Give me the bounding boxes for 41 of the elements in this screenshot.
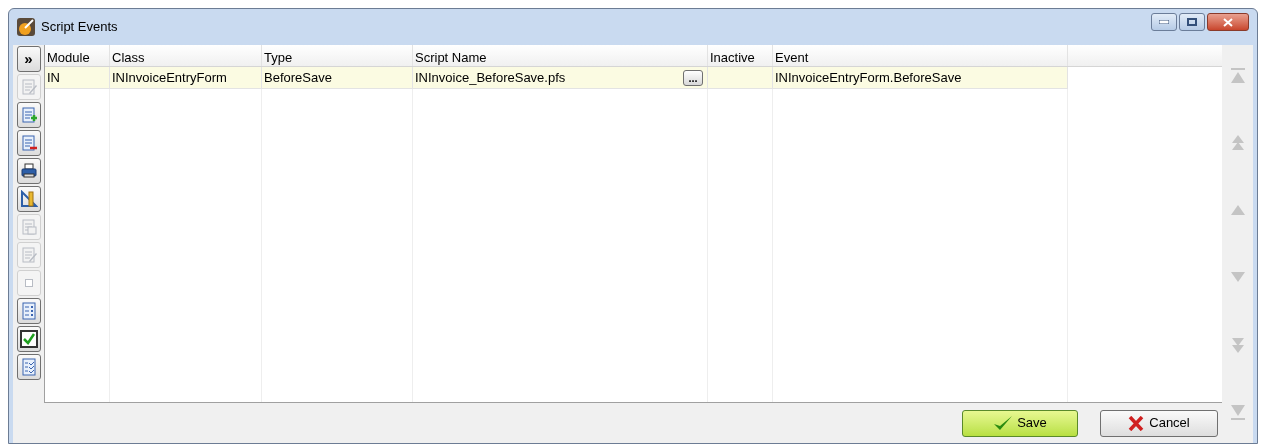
toolbar-button[interactable] — [16, 158, 41, 184]
pencil-icon — [19, 78, 38, 96]
list-icon — [19, 302, 38, 320]
ruler-triangle-icon — [19, 190, 38, 208]
column-header[interactable]: Inactive — [708, 45, 773, 66]
column-header[interactable]: Event — [773, 45, 1068, 66]
column-header[interactable]: Module — [45, 45, 110, 66]
checkbox-icon — [19, 330, 38, 348]
table-cell-text: INInvoiceEntryForm — [112, 68, 227, 87]
add-document-icon — [19, 106, 38, 124]
toolbar-button[interactable] — [16, 354, 41, 380]
maximize-button[interactable] — [1179, 13, 1205, 31]
table-row[interactable]: IN INInvoiceEntryForm BeforeSave INInvoice_BeforeSave.pfs ... INInvoiceEntryForm.BeforeSave — [45, 67, 1068, 89]
printer-icon — [19, 162, 38, 180]
expand-button[interactable]: » — [16, 46, 41, 72]
save-button[interactable]: Save — [962, 409, 1078, 437]
checklist-icon — [19, 358, 38, 376]
documents-icon — [19, 218, 38, 236]
minimize-icon — [1159, 20, 1169, 24]
close-icon — [1223, 17, 1233, 27]
script-name-field[interactable]: INInvoice_BeforeSave.pfs — [415, 67, 566, 88]
pencil-icon — [19, 246, 38, 264]
toolbar-button[interactable] — [16, 326, 41, 352]
checkmark-icon — [993, 415, 1014, 431]
close-button[interactable] — [1207, 13, 1249, 31]
remove-document-icon — [19, 134, 38, 152]
column-header[interactable]: Class — [110, 45, 262, 66]
browse-button[interactable]: ... — [683, 69, 703, 86]
table-cell-text: IN — [47, 68, 60, 87]
toolbar-button[interactable] — [16, 186, 41, 212]
table-cell-text: INInvoiceEntryForm.BeforeSave — [775, 68, 962, 87]
app-logo-icon — [17, 18, 35, 36]
maximize-icon — [1187, 18, 1197, 26]
table-cell-text: BeforeSave — [264, 68, 332, 87]
minimize-button[interactable] — [1151, 13, 1177, 31]
column-header[interactable]: Type — [262, 45, 413, 66]
cancel-x-icon — [1128, 415, 1145, 431]
window-title: Script Events — [41, 18, 118, 37]
square-icon — [24, 279, 33, 287]
cancel-button[interactable]: Cancel — [1100, 409, 1218, 437]
column-header[interactable]: Script Name — [413, 45, 708, 66]
